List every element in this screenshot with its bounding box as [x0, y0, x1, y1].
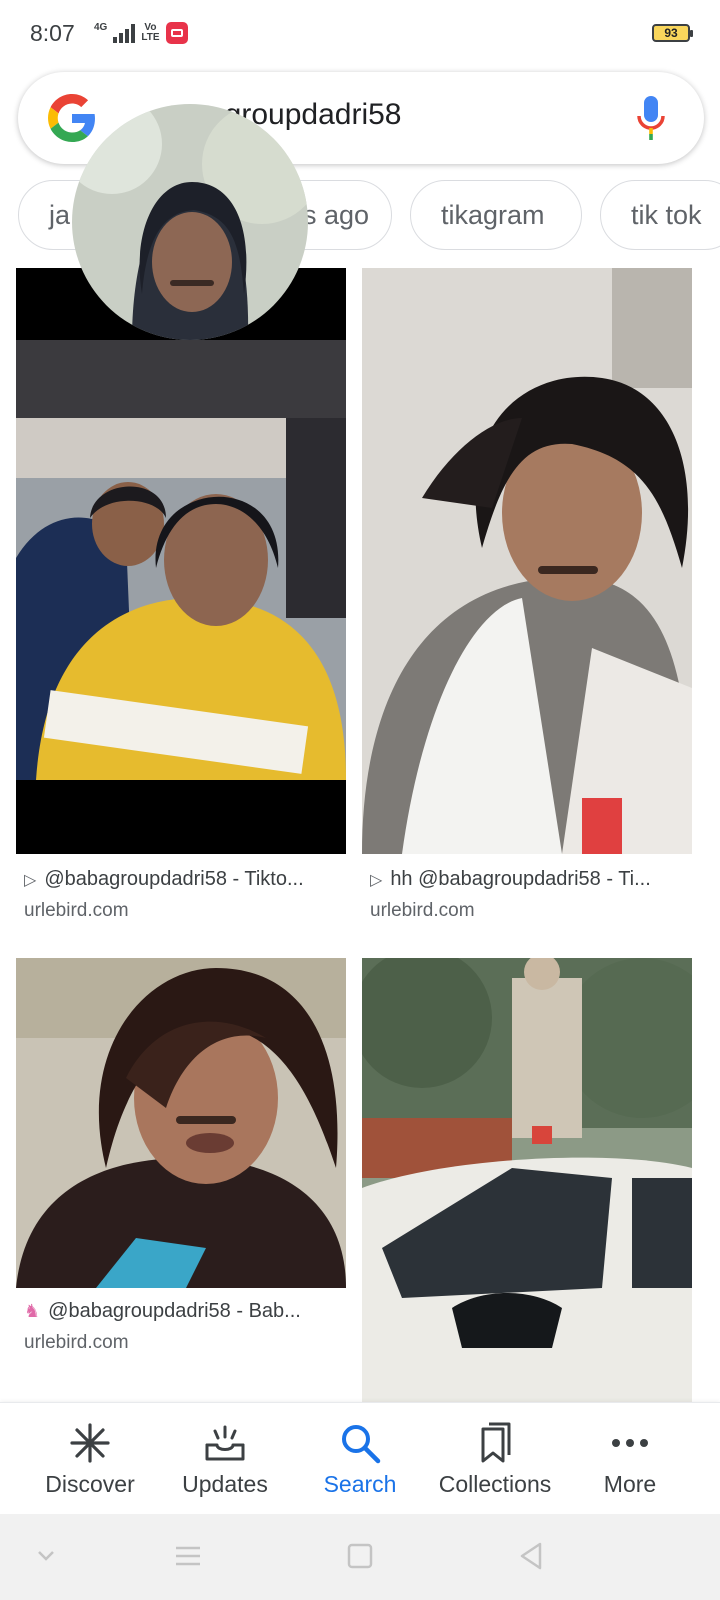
microphone-icon[interactable]: [634, 94, 668, 142]
status-time: 8:07: [30, 20, 75, 46]
signal-icon: [113, 23, 136, 43]
back-triangle-icon[interactable]: [512, 1536, 552, 1576]
nav-label: More: [603, 1471, 657, 1497]
bottom-navigation: Discover Updates Search Collections More: [0, 1402, 720, 1514]
result-caption[interactable]: ▷ hh @babagroupdadri58 - Ti...: [370, 868, 692, 891]
volte-icon: Vo LTE: [141, 22, 160, 43]
system-navigation-bar: [0, 1514, 720, 1600]
search-icon: [342, 1425, 381, 1464]
network-type: 4G: [94, 21, 108, 33]
chip-tikagram[interactable]: tikagram: [410, 180, 582, 250]
result-domain: urlebird.com: [24, 1332, 129, 1353]
inbox-tray-icon: [205, 1425, 245, 1461]
nav-label: Discover: [45, 1471, 135, 1497]
result-card[interactable]: [362, 958, 692, 1402]
result-card[interactable]: ▷ @babagroupdadri58 - Tikto... urlebird.c…: [16, 268, 346, 928]
status-icons: 4G Vo LTE: [94, 22, 188, 44]
screen-record-icon: [165, 22, 188, 44]
play-icon: ▷: [24, 872, 37, 889]
chevron-down-icon[interactable]: [26, 1536, 66, 1576]
floating-video-avatar[interactable]: [72, 104, 308, 340]
battery-icon: 93: [652, 24, 693, 42]
unicorn-icon: ♞: [24, 1301, 41, 1321]
result-domain: urlebird.com: [370, 900, 475, 921]
nav-label: Updates: [182, 1471, 268, 1497]
google-g-icon: [48, 94, 95, 142]
result-card[interactable]: ▷ hh @babagroupdadri58 - Ti... urlebird.c…: [362, 268, 692, 928]
more-dots-icon: [612, 1439, 648, 1447]
nav-label: Collections: [438, 1471, 552, 1497]
result-card[interactable]: ♞ @babagroupdadri58 - Bab... urlebird.com: [16, 958, 346, 1378]
result-image[interactable]: [16, 958, 346, 1288]
bookmarks-icon: [481, 1422, 511, 1463]
result-caption[interactable]: ▷ @babagroupdadri58 - Tikto...: [24, 868, 346, 891]
nav-discover[interactable]: Discover: [20, 1403, 160, 1515]
menu-icon[interactable]: [168, 1536, 208, 1576]
nav-label: Search: [323, 1471, 397, 1497]
nav-updates[interactable]: Updates: [155, 1403, 295, 1515]
home-square-icon[interactable]: [340, 1536, 380, 1576]
result-domain: urlebird.com: [24, 900, 129, 921]
nav-more[interactable]: More: [560, 1403, 700, 1515]
nav-collections[interactable]: Collections: [425, 1403, 565, 1515]
asterisk-icon: [70, 1423, 110, 1463]
result-caption[interactable]: ♞ @babagroupdadri58 - Bab...: [24, 1300, 346, 1323]
result-image[interactable]: [16, 268, 346, 854]
result-image[interactable]: [362, 268, 692, 854]
nav-search[interactable]: Search: [290, 1403, 430, 1515]
result-image[interactable]: [362, 958, 692, 1402]
chip-tik-tok[interactable]: tik tok: [600, 180, 720, 250]
status-bar: 8:07 4G Vo LTE 93: [0, 0, 720, 68]
play-icon: ▷: [370, 872, 383, 889]
